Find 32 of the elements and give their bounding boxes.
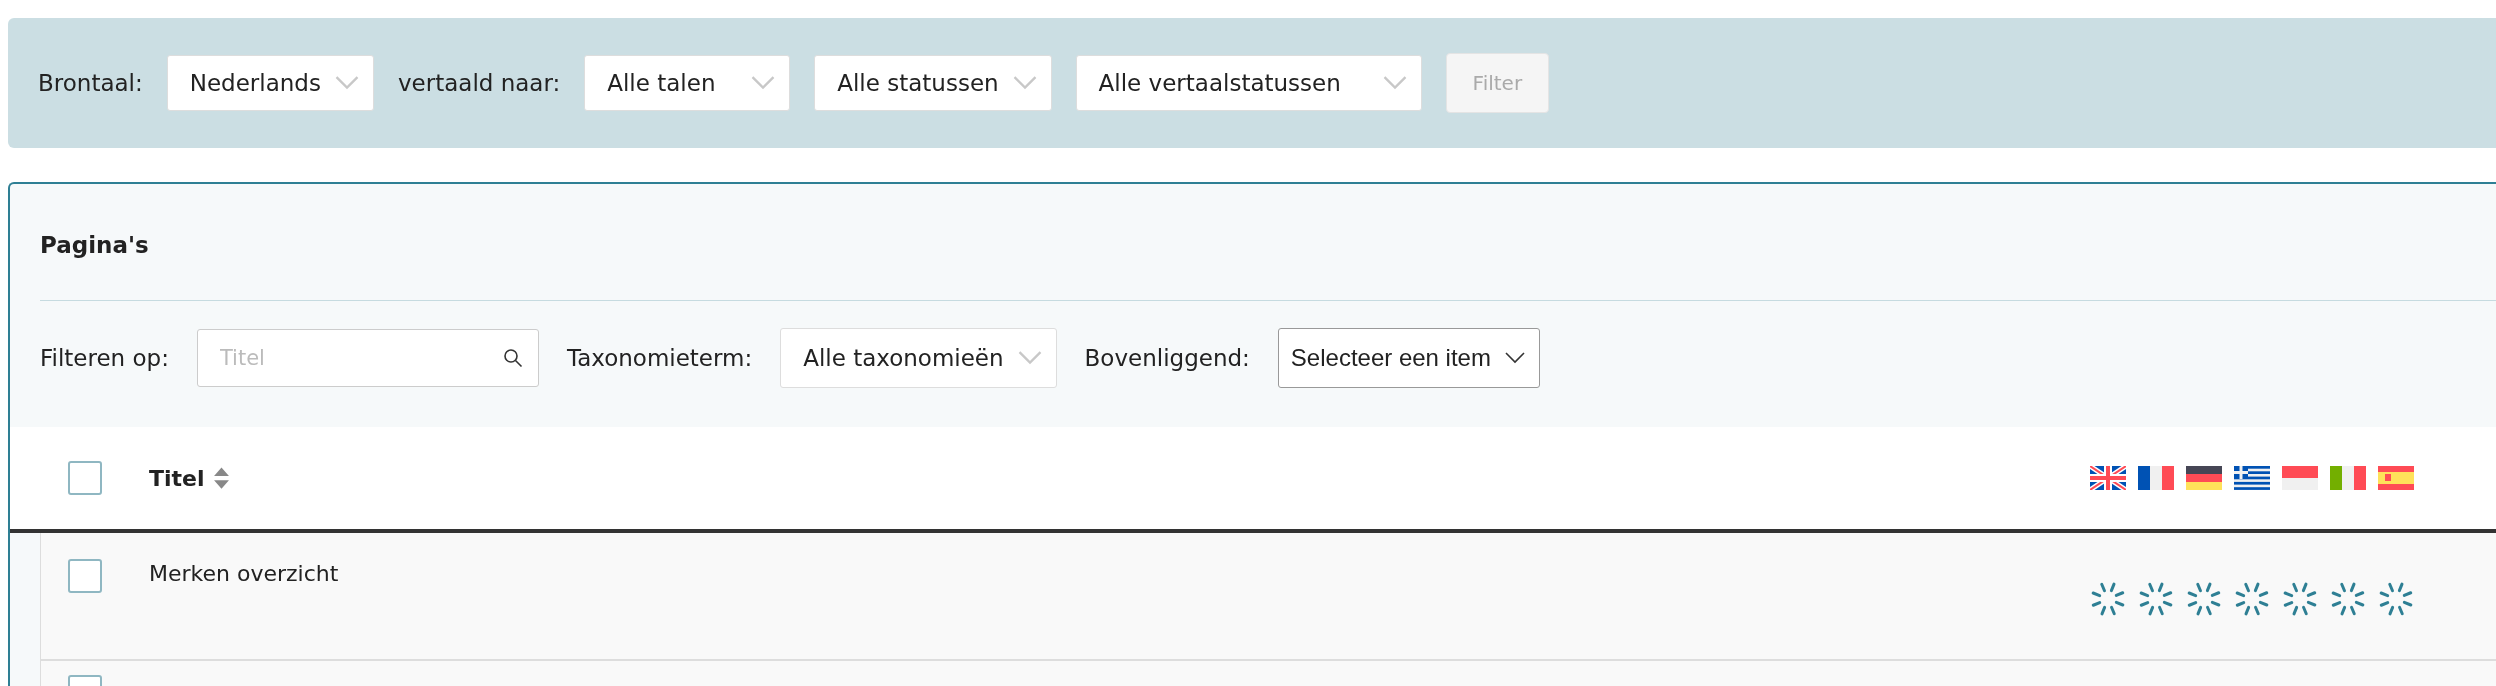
select-all-checkbox[interactable] <box>68 461 102 495</box>
parent-select[interactable]: Selecteer een item <box>1277 328 1540 388</box>
source-language-label: Brontaal: <box>38 70 143 96</box>
flag-icon <box>2186 466 2222 490</box>
chevron-down-icon <box>334 76 359 90</box>
chevron-down-icon <box>1382 76 1407 90</box>
taxonomy-label: Taxonomieterm: <box>566 345 753 371</box>
chevron-down-icon <box>1504 352 1525 364</box>
filter-label: Filteren op: <box>40 345 169 371</box>
search-icon <box>502 348 523 368</box>
chevron-down-icon <box>1017 351 1042 365</box>
search-field[interactable]: Titel <box>196 329 539 387</box>
flag-icon <box>2282 466 2318 490</box>
row-checkbox[interactable] <box>68 559 102 593</box>
taxonomy-select[interactable]: Alle taxonomieën <box>780 328 1057 388</box>
flag-icon <box>2234 466 2270 490</box>
target-language-label: vertaald naar: <box>397 70 561 96</box>
chevron-down-icon <box>751 76 776 90</box>
filter-select[interactable]: Alle vertaalstatussen <box>1075 55 1422 111</box>
flag-icon <box>2090 466 2126 490</box>
source-language-select[interactable]: Nederlands <box>166 55 374 111</box>
sort-icon[interactable] <box>212 465 230 491</box>
flag-icon <box>2138 466 2174 490</box>
chevron-down-icon <box>1012 76 1037 90</box>
flag-icon <box>2378 466 2414 490</box>
flag-icon <box>2330 466 2366 490</box>
filter-select[interactable]: Alle statussen <box>814 55 1052 111</box>
page-title-cell[interactable]: Merken overzicht <box>149 559 339 586</box>
parent-label: Bovenliggend: <box>1084 345 1250 371</box>
panel-title: Pagina's <box>40 231 150 260</box>
title-column-header[interactable]: Titel <box>149 465 205 491</box>
filter-select[interactable]: Alle talen <box>584 55 791 111</box>
